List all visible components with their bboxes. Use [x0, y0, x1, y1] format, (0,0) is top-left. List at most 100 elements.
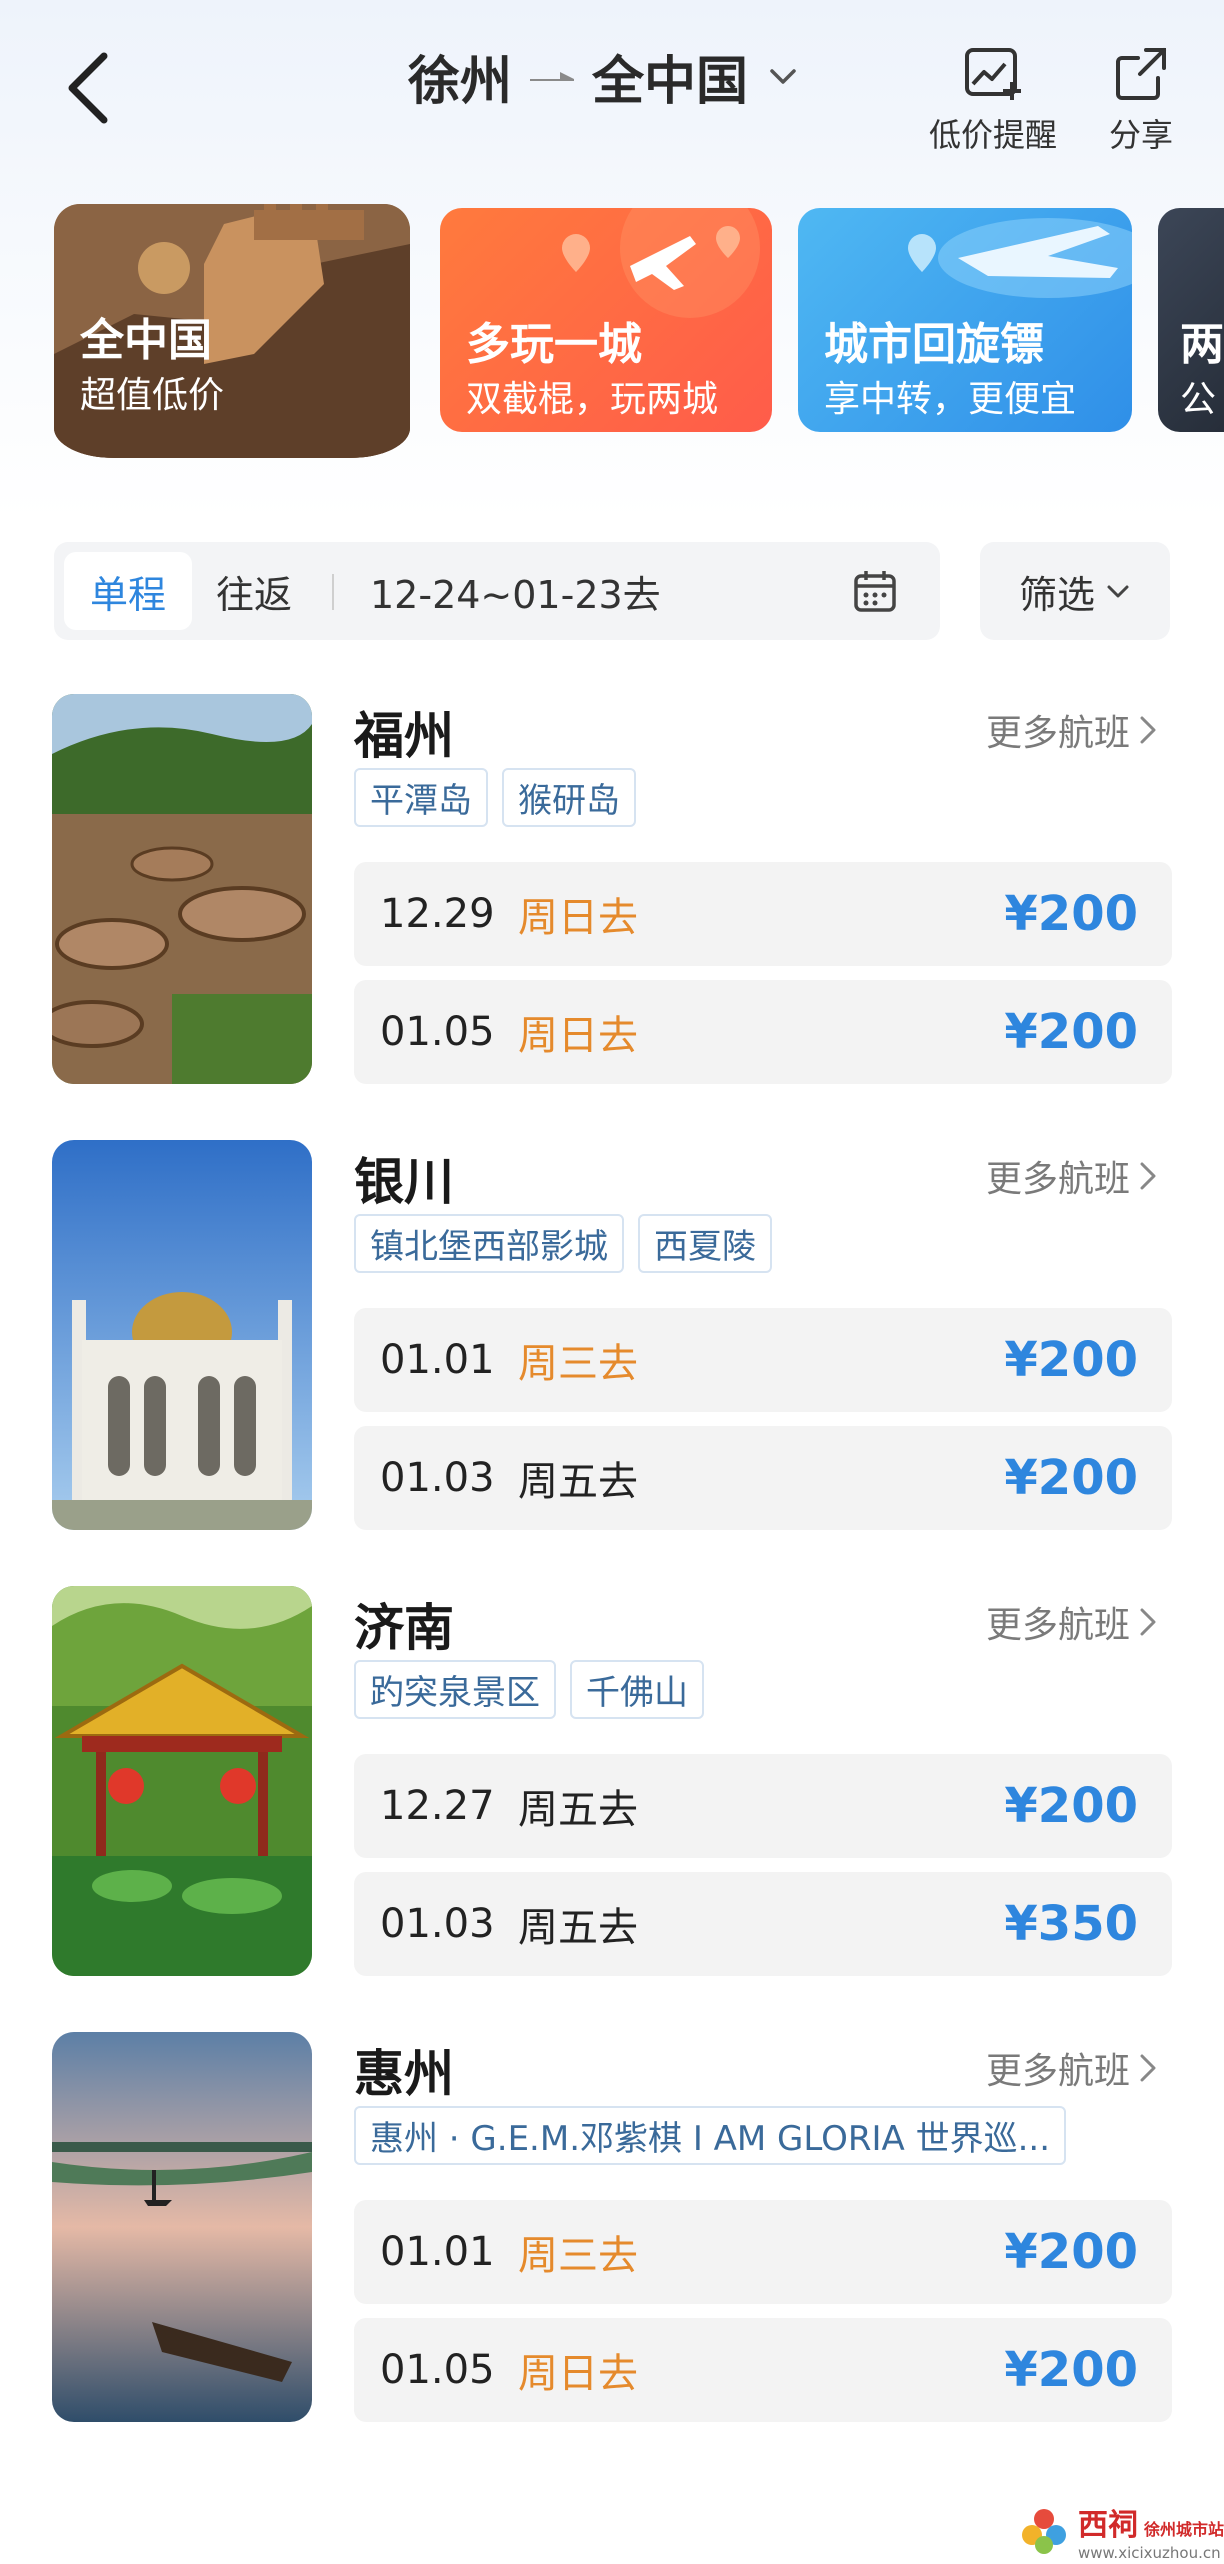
attraction-tags: 惠州 · G.E.M.邓紫棋 I AM GLORIA 世界巡...	[354, 2106, 1067, 2165]
more-flights-link[interactable]: 更多航班	[986, 1596, 1160, 1648]
price-alert-label: 低价提醒	[928, 116, 1057, 154]
banner-city-boomerang[interactable]: 城市回旋镖 享中转，更便宜	[798, 208, 1132, 432]
share-label: 分享	[1108, 116, 1173, 154]
destination-photo	[52, 1586, 312, 1976]
watermark-name: 西祠 徐州城市站	[1078, 2508, 1224, 2543]
attraction-tags: 趵突泉景区 千佛山	[354, 1660, 704, 1719]
attraction-tag[interactable]: 镇北堡西部影城	[354, 1214, 624, 1273]
filter-label: 筛选	[1018, 572, 1095, 617]
tulou-image	[52, 694, 312, 1084]
flight-option[interactable]: 01.03 周五去 ¥350	[354, 1872, 1172, 1976]
chevron-right-icon	[1140, 716, 1156, 744]
city-name: 福州	[354, 707, 454, 765]
flight-price: ¥200	[1004, 886, 1138, 942]
banner-title: 多玩一城	[466, 319, 642, 370]
flight-date: 01.05	[380, 1009, 495, 1055]
flight-price: ¥200	[1004, 1778, 1138, 1834]
city-name: 惠州	[354, 2045, 454, 2103]
flight-option[interactable]: 01.01 周三去 ¥200	[354, 2200, 1172, 2304]
watermark-url: www.xicixuzhou.cn	[1078, 2544, 1221, 2562]
flight-option[interactable]: 12.27 周五去 ¥200	[354, 1754, 1172, 1858]
banner-all-china[interactable]: 全中国 超值低价	[54, 204, 410, 458]
flight-date: 01.03	[380, 1901, 495, 1947]
banner-subtitle: 超值低价	[80, 375, 225, 416]
price-alert-button[interactable]: 低价提醒	[918, 42, 1068, 156]
flight-weekday: 周日去	[518, 2351, 638, 2397]
divider	[332, 574, 334, 610]
attraction-tag[interactable]: 西夏陵	[638, 1214, 772, 1273]
banner-title: 两	[1180, 319, 1224, 370]
more-flights-label: 更多航班	[986, 2051, 1131, 2092]
destination-card[interactable]: 济南 更多航班 趵突泉景区 千佛山 12.27 周五去 ¥200 01.03 周…	[0, 1586, 1224, 1986]
attraction-tag[interactable]: 惠州 · G.E.M.邓紫棋 I AM GLORIA 世界巡...	[354, 2106, 1067, 2165]
flight-option[interactable]: 01.05 周日去 ¥200	[354, 2318, 1172, 2422]
route-selector[interactable]: 徐州 全中国	[408, 36, 800, 116]
banner-subtitle: 双截棍，玩两城	[466, 379, 719, 420]
more-flights-label: 更多航班	[986, 713, 1131, 754]
flight-weekday: 周三去	[518, 1341, 638, 1387]
price-alert-icon	[965, 48, 1021, 100]
destination-card[interactable]: 惠州 更多航班 惠州 · G.E.M.邓紫棋 I AM GLORIA 世界巡..…	[0, 2032, 1224, 2432]
flight-price: ¥200	[1004, 2224, 1138, 2280]
attraction-tag[interactable]: 平潭岛	[354, 768, 488, 827]
pavilion-image	[52, 1586, 312, 1976]
flight-date: 01.01	[380, 2229, 495, 2275]
share-icon	[1116, 48, 1166, 100]
site-watermark: 西祠 徐州城市站 www.xicixuzhou.cn	[1018, 2500, 1224, 2562]
chevron-right-icon	[1140, 2054, 1156, 2082]
flight-date: 12.27	[380, 1783, 495, 1829]
banner-extra-city[interactable]: 多玩一城 双截棍，玩两城	[440, 208, 772, 432]
flight-date: 01.03	[380, 1455, 495, 1501]
banner-partial[interactable]: 两 公	[1158, 208, 1224, 432]
attraction-tag[interactable]: 千佛山	[570, 1660, 704, 1719]
flight-price: ¥350	[1004, 1896, 1138, 1952]
more-flights-link[interactable]: 更多航班	[986, 704, 1160, 756]
chevron-down-icon	[770, 69, 796, 84]
destination-photo	[52, 2032, 312, 2422]
more-flights-link[interactable]: 更多航班	[986, 1150, 1160, 1202]
flight-price: ¥200	[1004, 1450, 1138, 1506]
banner-subtitle: 享中转，更便宜	[824, 379, 1077, 420]
chevron-down-icon	[1107, 585, 1129, 598]
flight-weekday: 周五去	[518, 1787, 638, 1833]
calendar-icon[interactable]	[852, 568, 898, 614]
destination-photo	[52, 694, 312, 1084]
back-button[interactable]	[60, 48, 120, 128]
tab-one-way[interactable]: 单程	[64, 552, 192, 630]
attraction-tag[interactable]: 猴研岛	[502, 768, 636, 827]
flight-weekday: 周五去	[518, 1459, 638, 1505]
flight-price: ¥200	[1004, 2342, 1138, 2398]
destination-photo	[52, 1140, 312, 1530]
mosque-image	[52, 1140, 312, 1530]
flight-date: 12.29	[380, 891, 495, 937]
destination-city: 全中国	[592, 51, 749, 112]
lake-boat-image	[52, 2032, 312, 2422]
filter-button[interactable]: 筛选	[980, 542, 1170, 640]
more-flights-label: 更多航班	[986, 1159, 1131, 1200]
flight-weekday: 周三去	[518, 2233, 638, 2279]
banner-subtitle: 公	[1180, 379, 1217, 420]
flight-option[interactable]: 01.05 周日去 ¥200	[354, 980, 1172, 1084]
banner-title: 城市回旋镖	[824, 319, 1044, 370]
city-name: 济南	[354, 1599, 454, 1657]
chevron-right-icon	[1140, 1608, 1156, 1636]
destination-card[interactable]: 福州 更多航班 平潭岛 猴研岛 12.29 周日去 ¥200 01.05 周日去…	[0, 694, 1224, 1094]
flight-price: ¥200	[1004, 1004, 1138, 1060]
banner-title: 全中国	[80, 315, 212, 366]
attraction-tags: 镇北堡西部影城 西夏陵	[354, 1214, 772, 1273]
origin-city: 徐州	[408, 51, 513, 112]
top-nav-bar: 徐州 全中国 低价提醒 分享	[0, 0, 1224, 170]
flower-logo-icon	[1022, 2509, 1066, 2554]
destination-card[interactable]: 银川 更多航班 镇北堡西部影城 西夏陵 01.01 周三去 ¥200 01.03…	[0, 1140, 1224, 1540]
more-flights-link[interactable]: 更多航班	[986, 2042, 1160, 2094]
flight-option[interactable]: 01.01 周三去 ¥200	[354, 1308, 1172, 1412]
trip-type-date-bar: 单程 往返 12-24~01-23去	[54, 542, 940, 640]
flight-option[interactable]: 12.29 周日去 ¥200	[354, 862, 1172, 966]
tab-round-trip[interactable]: 往返	[216, 552, 292, 630]
more-flights-label: 更多航班	[986, 1605, 1131, 1646]
flight-option[interactable]: 01.03 周五去 ¥200	[354, 1426, 1172, 1530]
attraction-tag[interactable]: 趵突泉景区	[354, 1660, 556, 1719]
date-range[interactable]: 12-24~01-23去	[370, 552, 661, 630]
share-button[interactable]: 分享	[1096, 42, 1186, 156]
flight-date: 01.01	[380, 1337, 495, 1383]
